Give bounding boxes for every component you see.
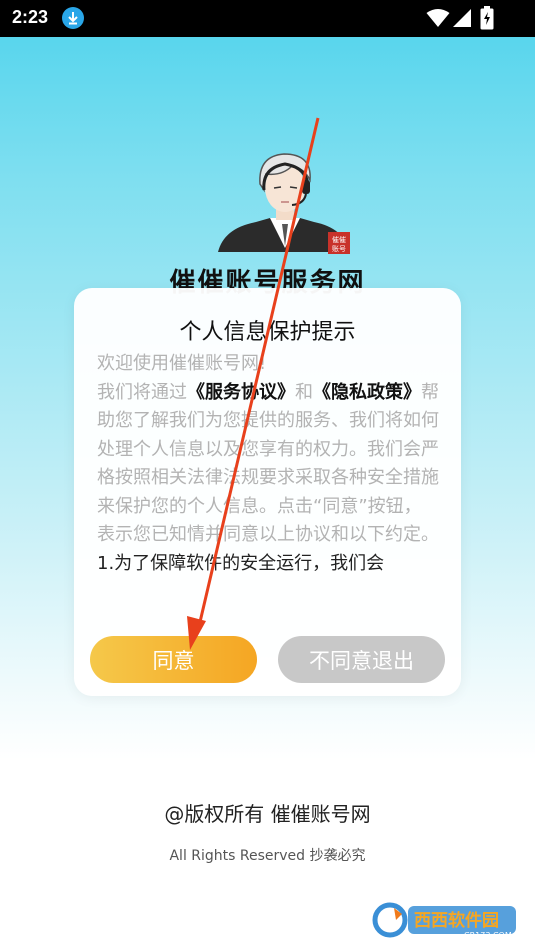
watermark-name: 西西软件园	[414, 910, 499, 931]
status-bar: 2:23	[0, 0, 535, 37]
greeting-text: 欢迎使用催催账号网!	[97, 353, 267, 374]
disagree-exit-button[interactable]: 不同意退出	[278, 636, 445, 683]
point-1-text: 1.为了保障软件的安全运行，我们会	[97, 552, 385, 574]
signal-icon	[452, 8, 472, 32]
download-icon	[62, 7, 84, 29]
svg-text:催催: 催催	[332, 235, 346, 244]
rights-text: All Rights Reserved 抄袭必究	[169, 848, 366, 864]
svg-text:账号: 账号	[332, 244, 346, 253]
body-text: 帮助您了解我们为您提供的服务、我们将如何处理个人信息以及您享有的权力。我们会严格…	[97, 381, 439, 546]
agree-button[interactable]: 同意	[90, 636, 257, 683]
privacy-dialog: 个人信息保护提示 欢迎使用催催账号网! 我们将通过《服务协议》和《隐私政策》帮助…	[74, 288, 461, 696]
site-watermark: 西西软件园 CR173.COM	[372, 898, 520, 940]
service-agreement-link[interactable]: 《服务协议》	[187, 382, 295, 403]
app-logo: 催催 账号	[212, 150, 358, 260]
privacy-policy-link[interactable]: 《隐私政策》	[313, 382, 421, 403]
status-time: 2:23	[12, 7, 49, 27]
watermark-site: CR173.COM	[464, 931, 512, 940]
and-text: 和	[295, 381, 313, 403]
intro-text: 我们将通过	[97, 381, 187, 403]
dialog-body[interactable]: 欢迎使用催催账号网! 我们将通过《服务协议》和《隐私政策》帮助您了解我们为您提供…	[97, 350, 439, 612]
battery-icon	[480, 6, 494, 34]
copyright-text: @版权所有 催催账号网	[164, 802, 371, 826]
dialog-title: 个人信息保护提示	[179, 320, 356, 345]
wifi-icon	[426, 8, 450, 32]
